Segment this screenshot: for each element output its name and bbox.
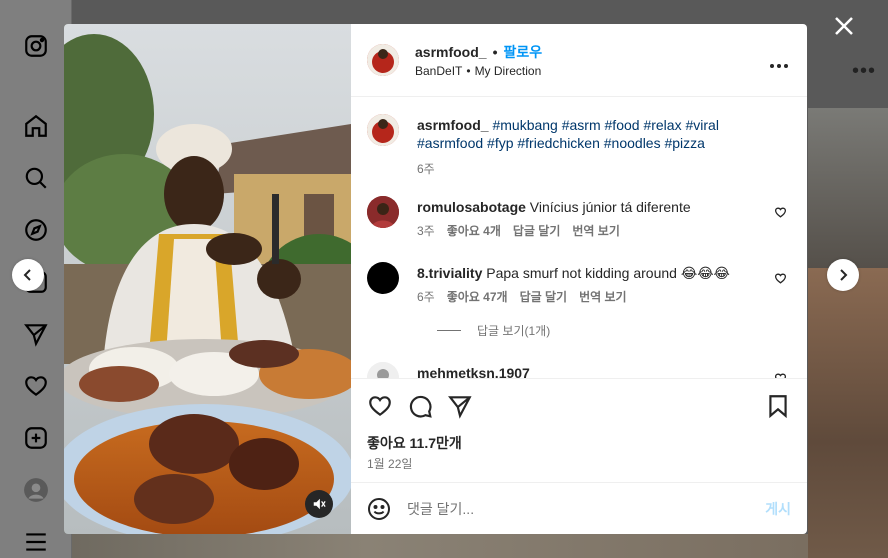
comment-text: Papa smurf not kidding around 😂😂😂 <box>486 265 730 281</box>
audio-title[interactable]: My Direction <box>475 64 542 78</box>
comment-likes[interactable]: 좋아요 4개 <box>447 222 501 239</box>
reply-button[interactable]: 답글 달기 <box>513 222 561 239</box>
reply-button[interactable]: 답글 달기 <box>520 288 568 305</box>
comment-like-icon[interactable] <box>774 272 787 285</box>
comment-icon[interactable] <box>407 393 433 419</box>
comment-likes[interactable]: 좋아요 47개 <box>447 288 508 305</box>
profile-avatar[interactable] <box>22 476 50 504</box>
more-options-icon[interactable] <box>769 56 789 68</box>
comment-avatar[interactable] <box>367 262 399 294</box>
comment-avatar[interactable] <box>367 362 399 378</box>
background-feed-media <box>808 108 888 558</box>
mute-button[interactable] <box>305 490 333 518</box>
view-replies-label: 답글 보기(1개) <box>477 324 551 338</box>
previous-post-button[interactable] <box>12 259 44 291</box>
post-modal: asrmfood_ • 팔로우 BanDeIT • My Direction a… <box>64 24 807 534</box>
post-actions: 좋아요 11.7만개 1월 22일 <box>351 378 807 482</box>
chevron-right-icon <box>840 269 848 281</box>
comment-input[interactable]: 댓글 달기... <box>407 499 474 519</box>
caption: asrmfood_ #mukbang #asrm #food #relax #v… <box>367 114 791 176</box>
instagram-icon[interactable] <box>22 32 50 60</box>
messages-icon[interactable] <box>22 320 50 348</box>
comment-username[interactable]: 8.triviality <box>417 265 482 281</box>
post-date: 1월 22일 <box>367 457 413 471</box>
translate-button[interactable]: 번역 보기 <box>572 222 620 239</box>
comment-item: romulosabotage Vinícius júnior tá difere… <box>367 196 791 246</box>
post-button[interactable]: 게시 <box>765 499 791 519</box>
background-feed-strip <box>72 534 808 558</box>
search-icon[interactable] <box>22 164 50 192</box>
caption-username[interactable]: asrmfood_ <box>417 117 489 133</box>
home-icon[interactable] <box>22 112 50 140</box>
explore-icon[interactable] <box>22 216 50 244</box>
background-more-icon: ••• <box>852 60 877 82</box>
create-icon[interactable] <box>22 424 50 452</box>
comment-avatar[interactable] <box>367 196 399 228</box>
comment-item: mehmetksn.1907 <box>367 362 791 378</box>
video-frame <box>64 24 351 534</box>
share-icon[interactable] <box>447 393 473 419</box>
menu-icon[interactable] <box>22 528 50 556</box>
view-replies-button[interactable]: 답글 보기(1개) <box>437 322 550 339</box>
author-avatar[interactable] <box>367 44 399 76</box>
replies-divider <box>437 330 461 331</box>
like-icon[interactable] <box>367 393 393 419</box>
emoji-icon[interactable] <box>367 497 391 521</box>
audio-separator: • <box>466 64 471 78</box>
comments-list[interactable]: asrmfood_ #mukbang #asrm #food #relax #v… <box>351 98 807 378</box>
caption-avatar[interactable] <box>367 114 399 146</box>
post-panel: asrmfood_ • 팔로우 BanDeIT • My Direction a… <box>351 24 807 534</box>
separator: • <box>492 44 498 60</box>
comment-time: 3주 <box>417 224 435 238</box>
notifications-icon[interactable] <box>22 372 50 400</box>
likes-count[interactable]: 좋아요 11.7만개 <box>367 433 462 453</box>
follow-button[interactable]: 팔로우 <box>503 42 542 62</box>
post-video[interactable] <box>64 24 351 534</box>
chevron-left-icon <box>23 269 31 281</box>
author-username[interactable]: asrmfood_ <box>415 44 487 60</box>
comment-composer: 댓글 달기... 게시 <box>351 482 807 534</box>
caption-time: 6주 <box>417 162 435 176</box>
comment-item: 8.triviality Papa smurf not kidding arou… <box>367 262 791 312</box>
close-icon[interactable] <box>830 12 858 40</box>
comment-username[interactable]: romulosabotage <box>417 199 526 215</box>
translate-button[interactable]: 번역 보기 <box>579 288 627 305</box>
comment-username[interactable]: mehmetksn.1907 <box>417 365 530 378</box>
save-icon[interactable] <box>765 393 791 419</box>
comment-time: 6주 <box>417 290 435 304</box>
audio-artist[interactable]: BanDeIT <box>415 64 462 78</box>
next-post-button[interactable] <box>827 259 859 291</box>
post-header: asrmfood_ • 팔로우 BanDeIT • My Direction <box>351 24 807 97</box>
comment-text: Vinícius júnior tá diferente <box>529 199 691 215</box>
comment-like-icon[interactable] <box>774 206 787 219</box>
